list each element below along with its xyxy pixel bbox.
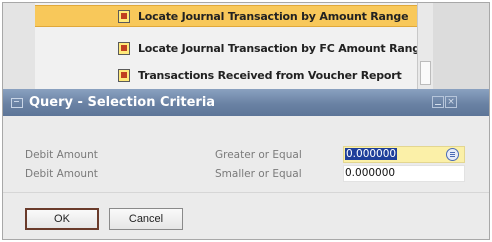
ok-button[interactable]: OK bbox=[25, 208, 99, 230]
report-item-label: Locate Journal Transaction by FC Amount … bbox=[138, 41, 417, 55]
criteria-field-label: Debit Amount bbox=[25, 168, 98, 180]
dialog-separator bbox=[3, 192, 489, 193]
report-item-amount-range[interactable]: Locate Journal Transaction by Amount Ran… bbox=[35, 5, 417, 27]
report-item-label: Transactions Received from Voucher Repor… bbox=[138, 68, 402, 82]
window-icon bbox=[11, 97, 23, 108]
report-list-gutter bbox=[3, 3, 35, 89]
report-icon bbox=[118, 68, 130, 82]
minimize-icon[interactable] bbox=[432, 96, 444, 108]
criteria-row-debit-max: Debit Amount Smaller or Equal 0.000000 bbox=[25, 165, 465, 183]
report-item-label: Locate Journal Transaction by Amount Ran… bbox=[138, 9, 409, 23]
choose-from-list-icon[interactable] bbox=[446, 148, 459, 161]
report-icon bbox=[118, 41, 130, 55]
dialog-titlebar[interactable]: Query - Selection Criteria × bbox=[3, 89, 489, 116]
report-icon bbox=[118, 9, 130, 23]
report-list-window: Locate Journal Transaction by Amount Ran… bbox=[3, 3, 489, 89]
cancel-button[interactable]: Cancel bbox=[109, 208, 183, 230]
selected-value-text: 0.000000 bbox=[345, 148, 398, 160]
criteria-operator[interactable]: Smaller or Equal bbox=[215, 168, 302, 180]
report-list-scrollbar[interactable] bbox=[417, 3, 433, 89]
selection-criteria-body: Debit Amount Greater or Equal 0.000000 D… bbox=[3, 116, 489, 239]
close-icon[interactable]: × bbox=[445, 96, 457, 108]
report-list-side-panel bbox=[433, 3, 489, 89]
dialog-title: Query - Selection Criteria bbox=[29, 95, 216, 110]
report-item-voucher-report[interactable]: Transactions Received from Voucher Repor… bbox=[35, 64, 417, 86]
scrollbar-thumb[interactable] bbox=[420, 61, 431, 85]
report-item-fc-amount-range[interactable]: Locate Journal Transaction by FC Amount … bbox=[35, 37, 417, 59]
criteria-field-label: Debit Amount bbox=[25, 149, 98, 161]
criteria-operator[interactable]: Greater or Equal bbox=[215, 149, 302, 161]
debit-max-input[interactable]: 0.000000 bbox=[343, 165, 465, 182]
criteria-row-debit-min: Debit Amount Greater or Equal 0.000000 bbox=[25, 146, 465, 164]
screenshot-frame: Locate Journal Transaction by Amount Ran… bbox=[2, 2, 490, 240]
